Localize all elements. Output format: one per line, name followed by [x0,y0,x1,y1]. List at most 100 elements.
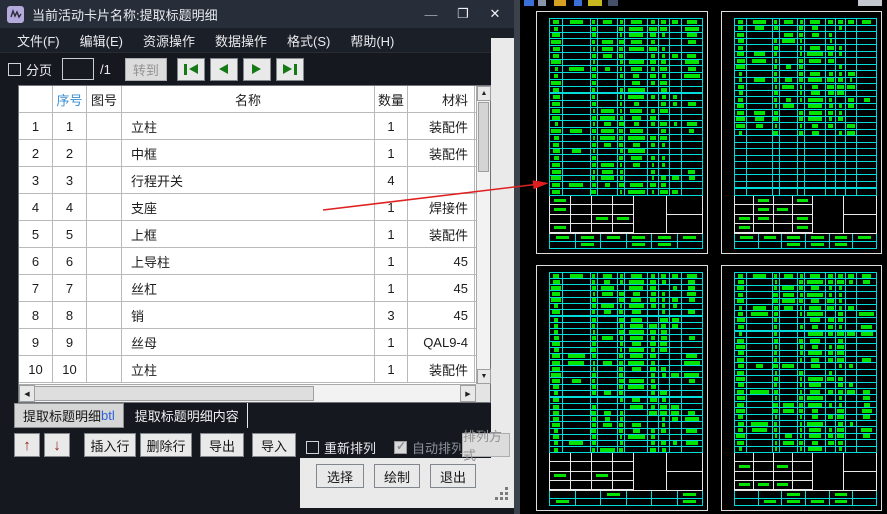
menu-help[interactable]: 帮助(H) [341,28,403,53]
cell-n[interactable]: 8 [19,302,53,328]
menu-format[interactable]: 格式(S) [278,28,339,53]
cell-qty[interactable]: 1 [375,221,408,247]
prev-page-button[interactable] [210,58,238,81]
select-button[interactable]: 选择 [316,464,364,488]
cell-xu[interactable]: 8 [53,302,87,328]
cell-n[interactable]: 2 [19,140,53,166]
header-shuliang[interactable]: 数量 [375,86,408,112]
move-down-button[interactable]: ↓ [44,433,70,457]
cell-n[interactable]: 9 [19,329,53,355]
tab-extract-btl[interactable]: 提取标题明细btl [14,403,124,428]
export-button[interactable]: 导出 [200,433,244,457]
scroll-down-icon[interactable]: ▼ [477,369,491,384]
cell-xu[interactable]: 6 [53,248,87,274]
title-bar[interactable]: 当前活动卡片名称:提取标题明细 — ❐ ✕ [0,0,514,28]
cell-mat[interactable]: 装配件 [408,140,475,166]
cad-viewport[interactable] [520,0,887,514]
insert-row-button[interactable]: 插入行 [84,433,136,457]
next-page-button[interactable] [243,58,271,81]
cell-tu[interactable] [87,140,122,166]
cell-qty[interactable]: 3 [375,302,408,328]
cell-tu[interactable] [87,167,122,193]
cell-mat[interactable]: 45 [408,302,475,328]
cell-qty[interactable]: 1 [375,140,408,166]
cell-mat[interactable]: 45 [408,248,475,274]
scroll-right-icon[interactable]: ▶ [460,385,476,402]
cell-name[interactable]: 支座 [122,194,375,220]
cell-n[interactable]: 6 [19,248,53,274]
draw-button[interactable]: 绘制 [374,464,420,488]
cell-qty[interactable]: 4 [375,167,408,193]
cell-tu[interactable] [87,356,122,382]
cell-mat[interactable]: 装配件 [408,113,475,139]
cell-n[interactable]: 10 [19,356,53,382]
cell-qty[interactable]: 1 [375,248,408,274]
page-number-input[interactable] [62,58,94,80]
close-button[interactable]: ✕ [482,3,508,25]
cell-n[interactable]: 5 [19,221,53,247]
sort-mode-button[interactable]: 排列方式 [462,433,510,457]
tab-extract-content[interactable]: 提取标题明细内容 [127,403,248,428]
goto-button[interactable]: 转到 [125,58,167,81]
cell-tu[interactable] [87,275,122,301]
menu-resource[interactable]: 资源操作 [134,28,204,53]
cell-name[interactable]: 上导柱 [122,248,375,274]
cell-xu[interactable]: 9 [53,329,87,355]
cell-name[interactable]: 中框 [122,140,375,166]
cell-xu[interactable]: 5 [53,221,87,247]
header-tuhao[interactable]: 图号 [87,86,122,112]
last-page-button[interactable] [276,58,304,81]
header-cailiao[interactable]: 材料 [408,86,475,112]
cell-name[interactable]: 立柱 [122,113,375,139]
cell-name[interactable]: 立柱 [122,356,375,382]
vertical-scrollbar[interactable]: ▲ ▼ [476,86,490,384]
cell-mat[interactable]: QAL9-4 [408,329,475,355]
cell-mat[interactable]: 装配件 [408,356,475,382]
paging-checkbox[interactable] [8,63,21,76]
first-page-button[interactable] [177,58,205,81]
cell-tu[interactable] [87,113,122,139]
cell-name[interactable]: 行程开关 [122,167,375,193]
move-up-button[interactable]: ↑ [14,433,40,457]
header-xuhao[interactable]: 序号 [53,86,87,112]
cell-xu[interactable]: 7 [53,275,87,301]
minimize-button[interactable]: — [418,3,444,25]
cell-n[interactable]: 3 [19,167,53,193]
cell-xu[interactable]: 10 [53,356,87,382]
cell-n[interactable]: 1 [19,113,53,139]
cell-mat[interactable] [408,167,475,193]
cell-n[interactable]: 4 [19,194,53,220]
cell-mat[interactable]: 装配件 [408,221,475,247]
autosort-checkbox[interactable]: ✓ [394,441,407,454]
cell-name[interactable]: 丝母 [122,329,375,355]
cell-name[interactable]: 上框 [122,221,375,247]
cell-tu[interactable] [87,248,122,274]
cell-qty[interactable]: 1 [375,275,408,301]
cell-mat[interactable]: 焊接件 [408,194,475,220]
menu-edit[interactable]: 编辑(E) [71,28,132,53]
cell-xu[interactable]: 3 [53,167,87,193]
cell-name[interactable]: 销 [122,302,375,328]
resize-grip[interactable] [494,486,508,500]
cell-qty[interactable]: 1 [375,113,408,139]
delete-row-button[interactable]: 删除行 [140,433,192,457]
cell-xu[interactable]: 2 [53,140,87,166]
cell-qty[interactable]: 1 [375,194,408,220]
horizontal-scrollbar[interactable]: ◀ ▶ [19,384,476,402]
cell-xu[interactable]: 4 [53,194,87,220]
cell-tu[interactable] [87,194,122,220]
cell-xu[interactable]: 1 [53,113,87,139]
vertical-scroll-thumb[interactable] [478,102,489,172]
import-button[interactable]: 导入 [252,433,296,457]
cell-name[interactable]: 丝杠 [122,275,375,301]
cell-tu[interactable] [87,221,122,247]
rearrange-checkbox[interactable] [306,441,319,454]
scroll-left-icon[interactable]: ◀ [19,385,35,402]
cell-tu[interactable] [87,302,122,328]
cell-mat[interactable]: 45 [408,275,475,301]
scroll-up-icon[interactable]: ▲ [477,86,491,101]
cell-n[interactable]: 7 [19,275,53,301]
horizontal-scroll-thumb[interactable] [34,386,314,401]
header-index[interactable] [19,86,53,112]
menu-file[interactable]: 文件(F) [8,28,69,53]
